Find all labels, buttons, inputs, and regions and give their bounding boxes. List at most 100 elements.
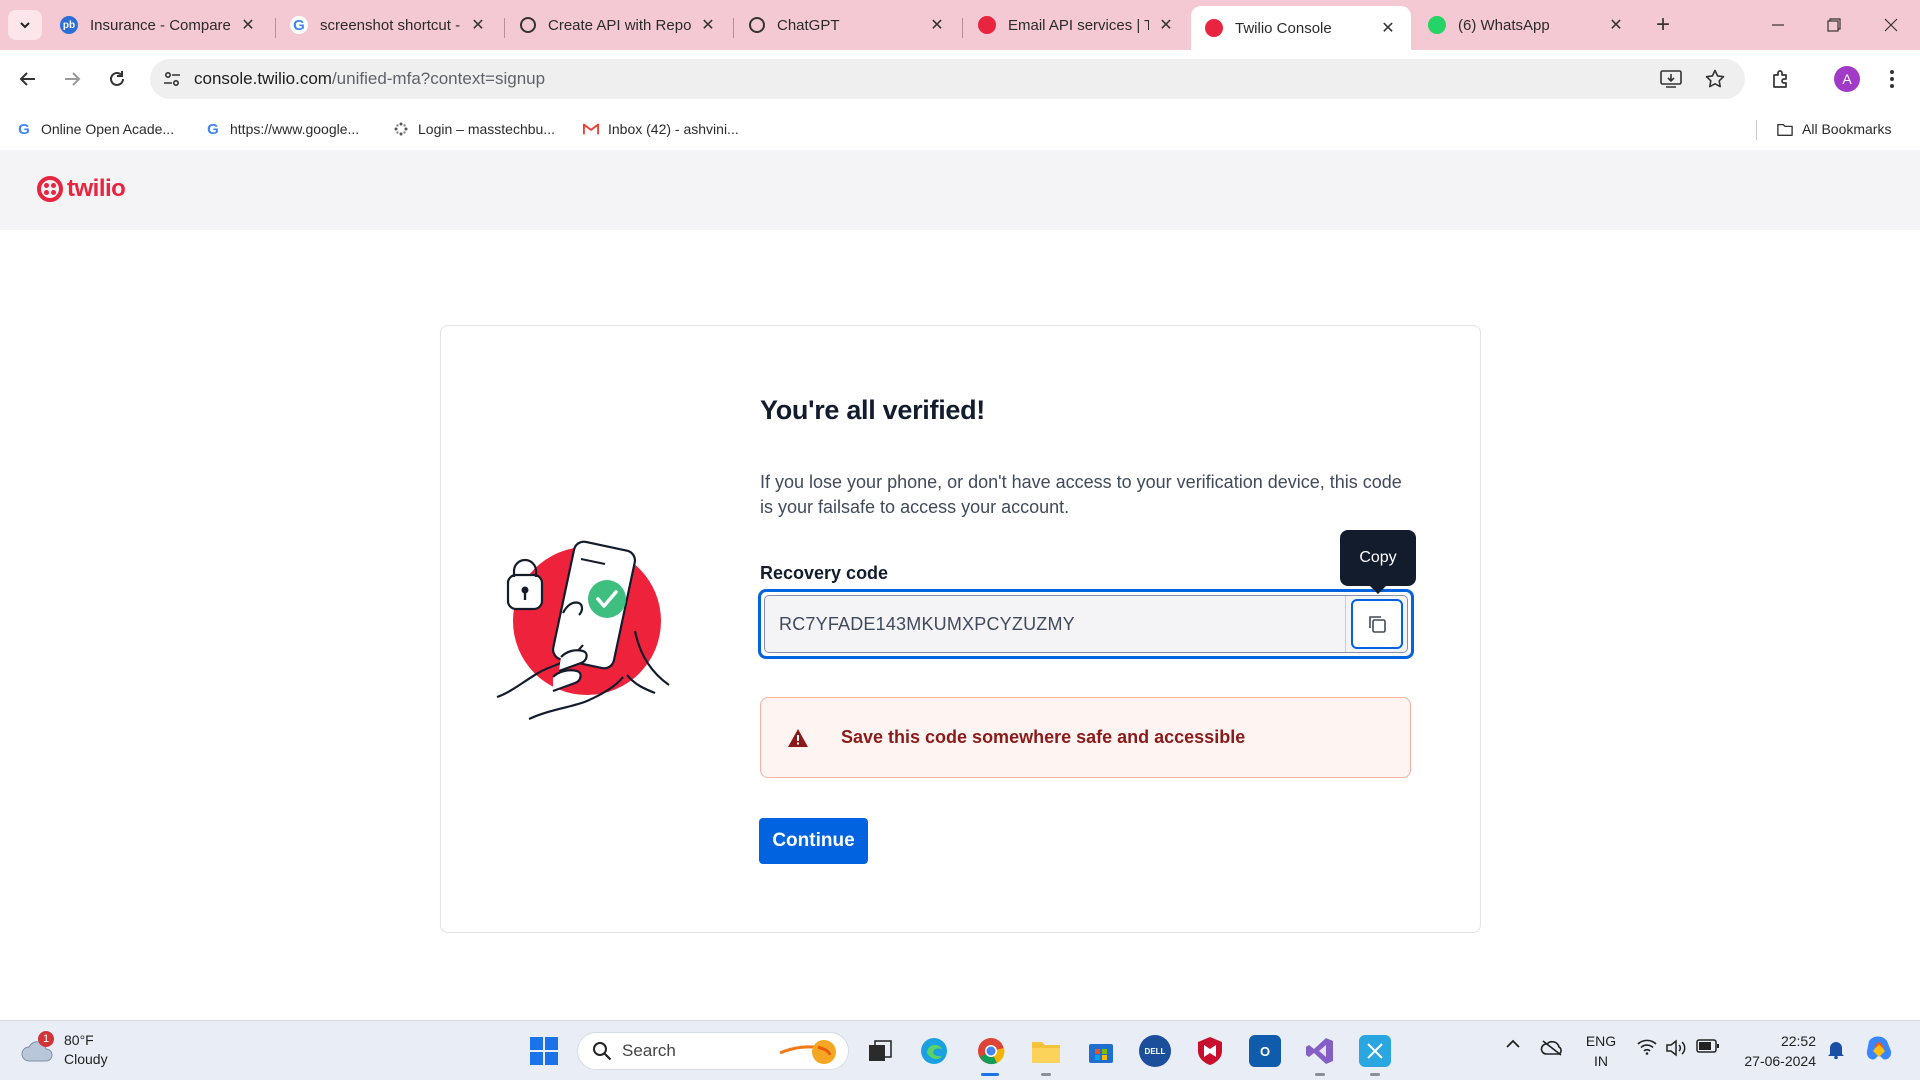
recovery-code-label: Recovery code	[760, 563, 889, 583]
twilio-icon	[978, 16, 996, 34]
bookmark-label: Inbox (42) - ashvini...	[608, 121, 739, 137]
language-indicator[interactable]: ENG IN	[1584, 1031, 1618, 1071]
copy-button[interactable]	[1350, 599, 1403, 649]
tab-title: Email API services | T	[1008, 16, 1149, 34]
tab-divider	[733, 18, 734, 38]
snipping-tool-icon[interactable]	[1359, 1035, 1391, 1067]
weather-widget[interactable]: 1 80°F Cloudy	[20, 1031, 108, 1069]
chevron-up-icon	[1506, 1039, 1520, 1048]
open-app-indicator	[1370, 1073, 1380, 1076]
logo-text: twilio	[67, 175, 126, 202]
forward-button[interactable]	[56, 63, 88, 95]
all-bookmarks-label: All Bookmarks	[1802, 121, 1892, 137]
edge-icon[interactable]	[918, 1035, 950, 1067]
restore-button[interactable]	[1814, 10, 1854, 40]
system-clock[interactable]: 22:52 27-06-2024	[1738, 1031, 1816, 1071]
continue-button[interactable]: Continue	[759, 818, 868, 864]
tab-search-button[interactable]	[8, 10, 42, 40]
windows-start-icon[interactable]	[528, 1035, 560, 1067]
profile-button[interactable]: A	[1831, 63, 1863, 95]
bookmark-item[interactable]: G Online Open Acade...	[16, 117, 174, 141]
bookmark-label: Online Open Acade...	[41, 121, 175, 137]
twilio-icon	[1205, 19, 1223, 37]
copilot-icon[interactable]	[1862, 1033, 1896, 1065]
tab-divider	[504, 18, 505, 38]
close-tab-icon[interactable]: ✕	[1377, 17, 1399, 39]
bookmark-item[interactable]: Inbox (42) - ashvini...	[583, 117, 739, 141]
reload-icon	[110, 71, 124, 86]
warning-icon	[787, 728, 811, 748]
close-tab-icon[interactable]: ✕	[926, 14, 948, 36]
restore-icon	[1827, 18, 1841, 32]
tab-screenshot[interactable]: G screenshot shortcut - ✕	[276, 8, 501, 42]
battery-icon[interactable]	[1696, 1039, 1720, 1053]
extensions-icon[interactable]	[1765, 63, 1797, 95]
store-icon[interactable]	[1085, 1035, 1117, 1067]
url-host: console.twilio.com	[194, 69, 332, 88]
new-tab-button[interactable]: +	[1650, 11, 1676, 38]
task-view-icon[interactable]	[864, 1035, 896, 1067]
install-app-icon[interactable]	[1660, 59, 1682, 99]
weather-text: 80°F Cloudy	[64, 1031, 108, 1069]
avatar: A	[1834, 66, 1860, 92]
reload-button[interactable]	[101, 63, 133, 95]
wifi-icon[interactable]	[1636, 1039, 1658, 1055]
active-app-indicator	[981, 1073, 999, 1076]
outlook-icon[interactable]: O	[1249, 1035, 1281, 1067]
tab-title: screenshot shortcut -	[320, 16, 461, 34]
tab-title: Twilio Console	[1235, 19, 1332, 37]
show-hidden-icons[interactable]	[1503, 1039, 1523, 1049]
google-icon: G	[18, 120, 30, 138]
file-explorer-icon[interactable]	[1030, 1035, 1062, 1067]
mcafee-icon[interactable]	[1194, 1035, 1226, 1067]
chatgpt-icon	[520, 17, 536, 33]
open-app-indicator	[1315, 1073, 1325, 1076]
volume-icon[interactable]	[1665, 1039, 1687, 1057]
close-window-button[interactable]	[1871, 10, 1911, 40]
chatgpt-icon	[749, 17, 765, 33]
dell-icon[interactable]: DELL	[1139, 1035, 1171, 1067]
weather-alert-badge: 1	[38, 1031, 54, 1047]
tab-whatsapp[interactable]: (6) WhatsApp ✕	[1414, 8, 1639, 42]
close-tab-icon[interactable]: ✕	[237, 14, 259, 36]
chrome-icon[interactable]	[975, 1035, 1007, 1067]
open-app-indicator	[1041, 1073, 1051, 1076]
tab-strip: pb Insurance - Compare ✕ G screenshot sh…	[0, 0, 1920, 50]
weather-temp: 80°F	[64, 1032, 94, 1048]
back-button[interactable]	[12, 63, 44, 95]
phone-verified-illustration	[495, 535, 675, 721]
tab-twilio-console[interactable]: Twilio Console ✕	[1191, 6, 1411, 50]
address-bar[interactable]: console.twilio.com/unified-mfa?context=s…	[150, 59, 1745, 99]
tab-divider	[962, 18, 963, 38]
onedrive-icon[interactable]	[1540, 1039, 1564, 1057]
tab-insurance[interactable]: pb Insurance - Compare ✕	[46, 8, 271, 42]
bookmark-item[interactable]: Login – masstechbu...	[393, 117, 555, 141]
notification-bell-icon[interactable]	[1826, 1039, 1846, 1059]
tab-chatgpt[interactable]: ChatGPT ✕	[735, 8, 960, 42]
tab-create-api[interactable]: Create API with Repo ✕	[506, 8, 731, 42]
close-tab-icon[interactable]: ✕	[1605, 14, 1627, 36]
tab-title: Create API with Repo	[548, 16, 691, 34]
windows-taskbar: 1 80°F Cloudy Search DELL O ENG IN 22:52…	[0, 1020, 1920, 1080]
bookmark-item[interactable]: G https://www.google...	[205, 117, 359, 141]
minimize-button[interactable]	[1758, 10, 1798, 40]
bookmark-star-icon[interactable]	[1705, 59, 1725, 99]
site-info-icon[interactable]	[150, 70, 194, 88]
browser-menu-button[interactable]	[1876, 63, 1908, 95]
recovery-code-field: RC7YFADE143MKUMXPCYZUZMY	[758, 589, 1414, 659]
recovery-code-input[interactable]: RC7YFADE143MKUMXPCYZUZMY	[764, 595, 1408, 653]
close-tab-icon[interactable]: ✕	[697, 14, 719, 36]
copy-icon	[1368, 616, 1386, 633]
close-tab-icon[interactable]: ✕	[1155, 14, 1177, 36]
weather-desc: Cloudy	[64, 1051, 108, 1067]
twilio-logo[interactable]: twilio	[37, 175, 126, 203]
region-code: IN	[1594, 1053, 1608, 1069]
close-tab-icon[interactable]: ✕	[467, 14, 489, 36]
url-text: console.twilio.com/unified-mfa?context=s…	[194, 69, 545, 89]
bookmark-label: Login – masstechbu...	[418, 121, 555, 137]
close-icon	[1884, 18, 1898, 32]
all-bookmarks-button[interactable]: All Bookmarks	[1777, 117, 1891, 141]
visual-studio-icon[interactable]	[1304, 1035, 1336, 1067]
taskbar-search[interactable]: Search	[577, 1032, 849, 1070]
tab-email-api[interactable]: Email API services | T ✕	[964, 8, 1189, 42]
